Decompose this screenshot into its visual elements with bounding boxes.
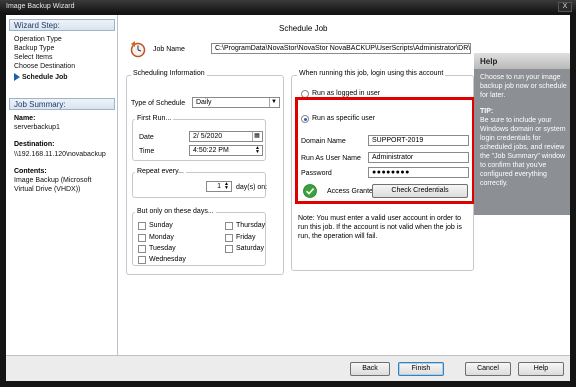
- highlight-box: [295, 97, 475, 204]
- summary-contents-value-1: Image Backup (Microsoft: [14, 177, 92, 184]
- cancel-button[interactable]: Cancel: [465, 362, 511, 376]
- repeat-spinner-arrows-icon[interactable]: ▲ ▼: [223, 182, 230, 191]
- time-label: Time: [139, 148, 155, 155]
- date-label: Date: [139, 134, 154, 141]
- checkbox-wednesday[interactable]: [138, 256, 146, 264]
- login-note: Note: You must enter a valid user accoun…: [298, 215, 462, 240]
- left-pane: Wizard Step: Operation Type Backup Type …: [6, 15, 118, 355]
- first-run-title: First Run...: [135, 115, 174, 122]
- step-schedule-job[interactable]: Schedule Job: [14, 73, 68, 81]
- checkbox-saturday[interactable]: [225, 245, 233, 253]
- label-tuesday: Tuesday: [149, 245, 176, 252]
- checkbox-sunday[interactable]: [138, 222, 146, 230]
- time-spinner[interactable]: 4:50:22 PM ▲ ▼: [189, 145, 263, 156]
- summary-name-value: serverbackup1: [14, 124, 60, 131]
- repeat-suffix: day(s) on:: [236, 184, 268, 191]
- schedule-job-icon: [130, 41, 146, 58]
- checkbox-tuesday[interactable]: [138, 245, 146, 253]
- page-title: Schedule Job: [279, 24, 328, 33]
- checkbox-monday[interactable]: [138, 234, 146, 242]
- schedule-type-dropdown[interactable]: Daily ▼: [192, 97, 280, 108]
- wizard-window: Image Backup Wizard X Wizard Step: Opera…: [0, 0, 576, 387]
- summary-contents-value-2: Virtual Drive (VHDX)): [14, 186, 81, 193]
- repeat-spinner[interactable]: 1 ▲ ▼: [206, 181, 232, 192]
- step-operation-type[interactable]: Operation Type: [14, 36, 62, 43]
- help-tip-heading: TIP:: [480, 108, 494, 115]
- summary-destination-label: Destination:: [14, 141, 55, 148]
- label-friday: Friday: [236, 234, 256, 241]
- back-button[interactable]: Back: [350, 362, 390, 376]
- days-title: But only on these days...: [135, 208, 216, 215]
- step-choose-destination[interactable]: Choose Destination: [14, 63, 75, 70]
- window-title: Image Backup Wizard: [6, 3, 75, 10]
- summary-contents-label: Contents:: [14, 168, 47, 175]
- label-wednesday: Wednesday: [149, 256, 186, 263]
- time-value: 4:50:22 PM: [193, 147, 229, 154]
- job-name-field[interactable]: C:\ProgramData\NovaStor\NovaStor NovaBAC…: [211, 43, 471, 54]
- help-heading: Help: [474, 53, 570, 69]
- current-step-arrow-icon: [14, 73, 20, 81]
- step-backup-type[interactable]: Backup Type: [14, 45, 54, 52]
- title-bar[interactable]: Image Backup Wizard X: [0, 0, 576, 14]
- scheduling-group-title: Scheduling Information: [131, 70, 207, 77]
- client-area: Wizard Step: Operation Type Backup Type …: [6, 15, 570, 381]
- repeat-title: Repeat every...: [135, 168, 186, 175]
- checkbox-friday[interactable]: [225, 234, 233, 242]
- label-sunday: Sunday: [149, 222, 173, 229]
- footer-bar: Back Finish Cancel Help: [6, 355, 570, 381]
- help-tip-text: Be sure to include your Windows domain o…: [480, 117, 566, 187]
- calendar-icon[interactable]: ▦: [252, 132, 261, 141]
- chevron-down-icon: ▼: [269, 98, 278, 107]
- help-text: Choose to run your image backup job now …: [480, 74, 567, 99]
- login-group-title: When running this job, login using this …: [297, 70, 446, 77]
- schedule-type-label: Type of Schedule: [131, 100, 186, 107]
- label-monday: Monday: [149, 234, 174, 241]
- spinner-arrows-icon[interactable]: ▲ ▼: [254, 146, 261, 155]
- summary-destination-value: \\192.168.11.120\novabackup: [14, 151, 106, 158]
- schedule-type-value: Daily: [196, 99, 212, 106]
- finish-button[interactable]: Finish: [398, 362, 444, 376]
- radio-logged-in-label: Run as logged in user: [312, 90, 381, 97]
- job-name-label: Job Name: [153, 46, 185, 53]
- wizard-step-heading: Wizard Step:: [9, 19, 115, 31]
- date-picker[interactable]: 2/ 5/2020 ▦: [189, 131, 263, 142]
- checkbox-thursday[interactable]: [225, 222, 233, 230]
- repeat-value: 1: [217, 183, 221, 190]
- step-schedule-job-label: Schedule Job: [22, 74, 68, 81]
- close-button[interactable]: X: [558, 2, 572, 12]
- job-summary-heading: Job Summary:: [9, 98, 115, 110]
- label-thursday: Thursday: [236, 222, 266, 229]
- step-select-items[interactable]: Select Items: [14, 54, 53, 61]
- date-value: 2/ 5/2020: [193, 133, 223, 140]
- main-panel: Schedule Job Job Name C:\ProgramData\Nov…: [119, 15, 475, 355]
- summary-name-label: Name:: [14, 115, 36, 122]
- close-icon: X: [562, 3, 568, 10]
- label-saturday: Saturday: [236, 245, 265, 252]
- help-button[interactable]: Help: [518, 362, 564, 376]
